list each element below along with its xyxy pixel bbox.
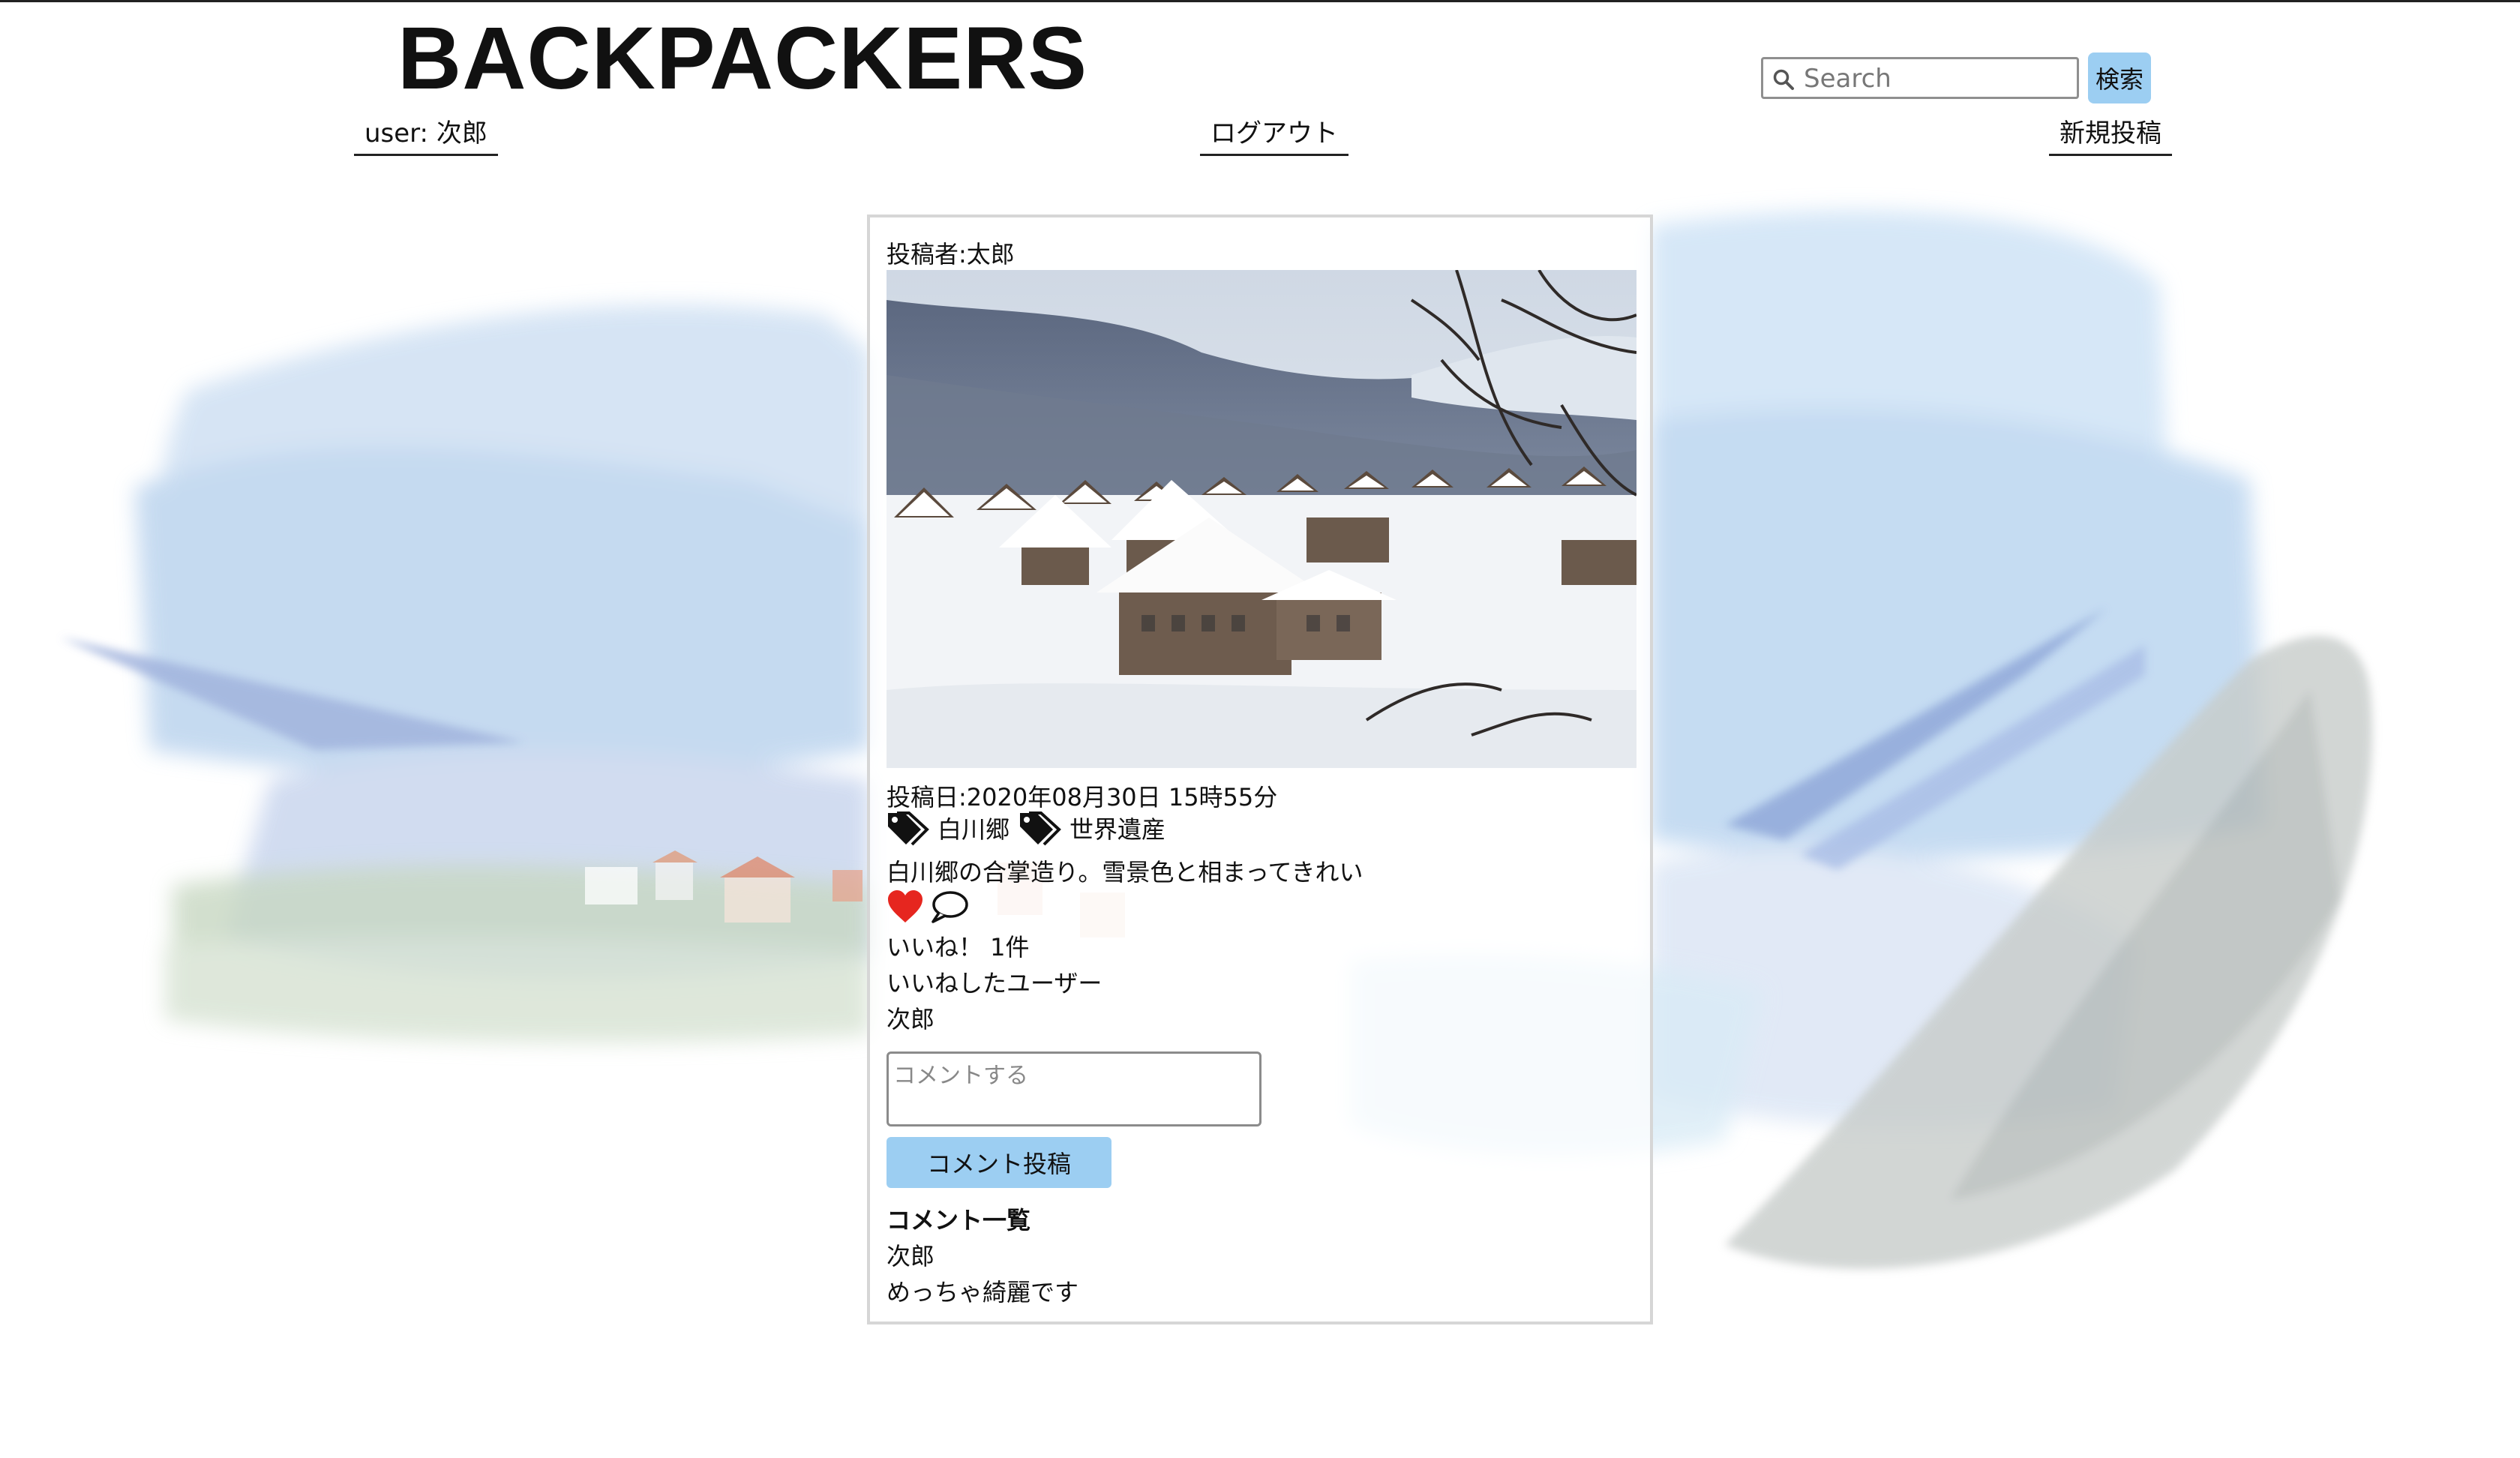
search-field[interactable] (1761, 57, 2079, 99)
search-icon (1773, 69, 1794, 90)
tag-item[interactable]: 白川郷 (886, 810, 1010, 846)
comment-submit-button[interactable]: コメント投稿 (886, 1137, 1112, 1188)
new-post-link[interactable]: 新規投稿 (2049, 112, 2172, 156)
comment-text: めっちゃ綺麗です (886, 1278, 1079, 1306)
logout-link[interactable]: ログアウト (1200, 112, 1348, 156)
current-user-link[interactable]: user: 次郎 (354, 112, 498, 156)
tag-label[interactable]: 世界遺産 (1070, 811, 1166, 845)
post-photo[interactable] (886, 270, 1636, 768)
site-logo[interactable]: BACKPACKERS (398, 10, 1088, 108)
post-body: 白川郷の合掌造り。雪景色と相まってきれい (886, 858, 1364, 886)
comment-input[interactable] (886, 1052, 1262, 1126)
likes-count: いいね！ 1件 (886, 933, 1030, 962)
tag-label[interactable]: 白川郷 (938, 811, 1010, 845)
post-date: 投稿日:2020年08月30日 15時55分 (886, 783, 1278, 812)
search-button[interactable]: 検索 (2088, 52, 2151, 104)
speech-bubble-icon[interactable] (930, 890, 969, 924)
post-actions (886, 890, 975, 924)
comments-heading: コメント一覧 (886, 1206, 1031, 1234)
tag-item[interactable]: 世界遺産 (1018, 810, 1166, 846)
tag-icon (888, 812, 929, 846)
comment-author[interactable]: 次郎 (886, 1238, 934, 1272)
post-author: 投稿者:太郎 (886, 240, 1015, 268)
search-input[interactable] (1802, 62, 2075, 95)
heart-icon[interactable] (886, 890, 924, 924)
liked-user[interactable]: 次郎 (886, 1000, 934, 1035)
tag-icon (1020, 812, 1061, 846)
post-card: 投稿者:太郎 投稿日:2020年08月30日 15時55分 白川郷 世界遺産 白… (867, 214, 1653, 1324)
liked-users-heading: いいねしたユーザー (886, 969, 1102, 998)
tag-list: 白川郷 世界遺産 (886, 810, 1174, 846)
